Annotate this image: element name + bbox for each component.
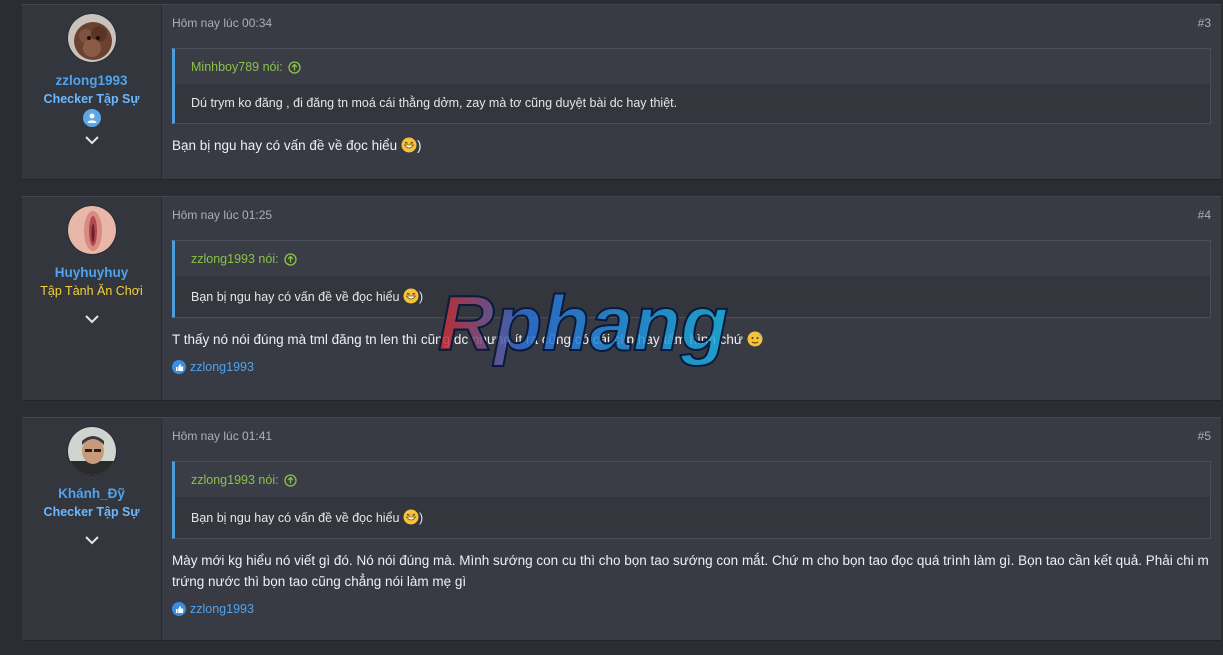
post-time[interactable]: Hôm nay lúc 01:41 <box>172 429 272 443</box>
quote-header[interactable]: zzlong1993 nói: <box>175 462 1210 497</box>
quote-author[interactable]: zzlong1993 nói: <box>191 252 279 266</box>
message-text: Bạn bị ngu hay có vấn đề về đọc hiểu <box>172 138 398 153</box>
post-number[interactable]: #3 <box>1198 16 1211 30</box>
post: Huyhuyhuy Tập Tành Ăn Chơi Hôm nay lúc 0… <box>22 196 1221 401</box>
user-title: Tập Tành Ăn Chơi <box>40 284 143 298</box>
quote-header[interactable]: Minhboy789 nói: <box>175 49 1210 84</box>
reaction-bar: zzlong1993 <box>172 602 1211 616</box>
avatar[interactable] <box>66 205 117 255</box>
like-icon[interactable] <box>172 602 186 616</box>
username[interactable]: zzlong1993 <box>55 73 127 88</box>
username[interactable]: Huyhuyhuy <box>55 265 129 280</box>
arrow-up-circle-icon[interactable] <box>283 252 297 266</box>
message-text: T thấy nó nói đúng mà tml đăng tn len th… <box>172 332 743 347</box>
post-meta: Hôm nay lúc 01:41 #5 <box>172 418 1211 443</box>
quote-header[interactable]: zzlong1993 nói: <box>175 241 1210 276</box>
quote-suffix: ) <box>418 511 424 525</box>
post-time[interactable]: Hôm nay lúc 01:25 <box>172 208 272 222</box>
post-content: Hôm nay lúc 00:34 #3 Minhboy789 nói: Dú … <box>162 5 1221 179</box>
user-cell: zzlong1993 Checker Tập Sự <box>22 5 162 179</box>
post-content: Hôm nay lúc 01:25 #4 zzlong1993 nói: Bạn… <box>162 197 1221 400</box>
like-icon[interactable] <box>172 360 186 374</box>
message-suffix: ) <box>416 138 422 153</box>
sweat-emoji-icon <box>747 331 763 347</box>
user-title: Checker Tập Sự <box>43 505 140 519</box>
quote-text-wrap: Bạn bị ngu hay có vấn đề về đọc hiểu ) <box>175 276 1210 317</box>
user-cell: Huyhuyhuy Tập Tành Ăn Chơi <box>22 197 162 400</box>
quote-block: zzlong1993 nói: Bạn bị ngu hay có vấn đề… <box>172 461 1211 539</box>
quote-suffix: ) <box>418 290 424 304</box>
grin-emoji-icon <box>403 288 419 304</box>
username[interactable]: Khánh_Đỹ <box>58 486 125 501</box>
grin-emoji-icon <box>401 137 417 153</box>
thread: zzlong1993 Checker Tập Sự Hôm nay lúc 00… <box>0 0 1223 655</box>
quote-text: Bạn bị ngu hay có vấn đề về đọc hiểu <box>191 511 400 525</box>
quote-author[interactable]: Minhboy789 nói: <box>191 60 283 74</box>
post-number[interactable]: #5 <box>1198 429 1211 443</box>
quote-author[interactable]: zzlong1993 nói: <box>191 473 279 487</box>
grin-emoji-icon <box>403 509 419 525</box>
quote-text-wrap: Bạn bị ngu hay có vấn đề về đọc hiểu ) <box>175 497 1210 538</box>
post-meta: Hôm nay lúc 01:25 #4 <box>172 197 1211 222</box>
avatar[interactable] <box>66 13 117 63</box>
quote-text: Bạn bị ngu hay có vấn đề về đọc hiểu <box>191 290 400 304</box>
post: Khánh_Đỹ Checker Tập Sự Hôm nay lúc 01:4… <box>22 417 1221 641</box>
quote-block: Minhboy789 nói: Dú trym ko đăng , đi đăn… <box>172 48 1211 124</box>
quote-block: zzlong1993 nói: Bạn bị ngu hay có vấn đề… <box>172 240 1211 318</box>
chevron-down-icon[interactable] <box>83 533 101 547</box>
reaction-bar: zzlong1993 <box>172 360 1211 374</box>
arrow-up-circle-icon[interactable] <box>283 473 297 487</box>
post-content: Hôm nay lúc 01:41 #5 zzlong1993 nói: Bạn… <box>162 418 1221 640</box>
chevron-down-icon[interactable] <box>83 312 101 326</box>
verified-user-icon <box>82 109 101 127</box>
post: zzlong1993 Checker Tập Sự Hôm nay lúc 00… <box>22 4 1221 180</box>
user-cell: Khánh_Đỹ Checker Tập Sự <box>22 418 162 640</box>
post-number[interactable]: #4 <box>1198 208 1211 222</box>
post-meta: Hôm nay lúc 00:34 #3 <box>172 5 1211 30</box>
avatar[interactable] <box>66 426 117 476</box>
user-title: Checker Tập Sự <box>43 92 140 106</box>
arrow-up-circle-icon[interactable] <box>288 60 301 74</box>
reaction-user[interactable]: zzlong1993 <box>190 360 254 374</box>
post-message: Bạn bị ngu hay có vấn đề về đọc hiểu ) <box>172 135 1211 156</box>
post-message: T thấy nó nói đúng mà tml đăng tn len th… <box>172 329 1211 350</box>
post-time[interactable]: Hôm nay lúc 00:34 <box>172 16 272 30</box>
quote-text: Dú trym ko đăng , đi đăng tn moá cái thằ… <box>191 96 678 110</box>
post-message: Mày mới kg hiểu nó viết gì đó. Nó nói đú… <box>172 553 1209 589</box>
reaction-user[interactable]: zzlong1993 <box>190 602 254 616</box>
chevron-down-icon[interactable] <box>83 133 101 147</box>
